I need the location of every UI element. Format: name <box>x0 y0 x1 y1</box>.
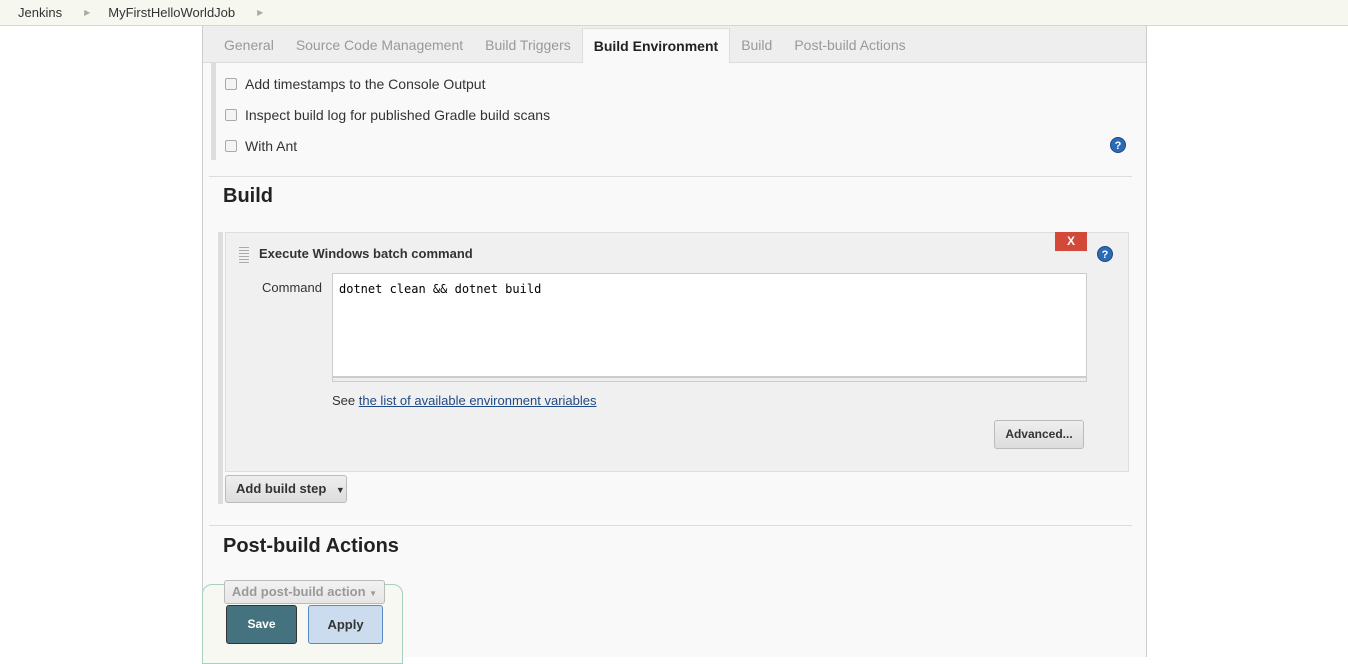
tab-bar: General Source Code Management Build Tri… <box>203 26 1146 63</box>
with-ant-checkbox[interactable]: With Ant <box>225 138 297 154</box>
section-bar <box>218 232 223 504</box>
resize-handle[interactable] <box>332 377 1087 382</box>
help-icon[interactable]: ? <box>1097 246 1113 262</box>
build-heading: Build <box>223 185 273 207</box>
drag-handle-icon[interactable] <box>239 247 249 263</box>
divider <box>209 176 1132 177</box>
checkbox-label: Inspect build log for published Gradle b… <box>245 107 551 123</box>
step-title: Execute Windows batch command <box>259 246 473 261</box>
chevron-right-icon[interactable]: ▶ <box>257 8 263 17</box>
chevron-right-icon[interactable]: ▶ <box>84 8 90 17</box>
breadcrumb-jenkins[interactable]: Jenkins <box>18 5 62 20</box>
breadcrumb-job[interactable]: MyFirstHelloWorldJob <box>108 5 235 20</box>
section-bar <box>211 63 216 160</box>
divider <box>209 525 1132 526</box>
tab-general[interactable]: General <box>213 29 285 62</box>
save-button[interactable]: Save <box>226 605 297 644</box>
env-vars-text: See the list of available environment va… <box>332 393 597 408</box>
gradle-checkbox[interactable]: Inspect build log for published Gradle b… <box>225 107 550 123</box>
timestamps-checkbox[interactable]: Add timestamps to the Console Output <box>225 76 485 92</box>
command-input[interactable] <box>332 273 1087 377</box>
add-build-step-button[interactable]: Add build step ▼ <box>225 475 347 503</box>
checkbox-label: Add timestamps to the Console Output <box>245 76 486 92</box>
breadcrumb: Jenkins ▶ MyFirstHelloWorldJob ▶ <box>0 0 1348 26</box>
config-panel: General Source Code Management Build Tri… <box>202 26 1147 657</box>
tab-post-build[interactable]: Post-build Actions <box>783 29 916 62</box>
tab-build-triggers[interactable]: Build Triggers <box>474 29 582 62</box>
tab-build-environment[interactable]: Build Environment <box>581 28 731 63</box>
see-text: See <box>332 393 359 408</box>
build-step: Execute Windows batch command X Command … <box>225 232 1129 472</box>
help-icon[interactable]: ? <box>1110 137 1126 153</box>
add-build-step-label: Add build step <box>236 481 327 496</box>
apply-button[interactable]: Apply <box>308 605 383 644</box>
env-vars-link[interactable]: the list of available environment variab… <box>359 393 597 408</box>
add-post-build-label: Add post-build action <box>231 584 366 599</box>
tab-scm[interactable]: Source Code Management <box>285 29 474 62</box>
advanced-button[interactable]: Advanced... <box>994 420 1084 449</box>
add-post-build-action-button[interactable]: Add post-build action ▼ <box>224 580 385 604</box>
caret-down-icon: ▼ <box>369 589 378 598</box>
tab-build[interactable]: Build <box>730 29 783 62</box>
checkbox-label: With Ant <box>245 138 298 154</box>
command-label: Command <box>262 280 322 295</box>
delete-step-button[interactable]: X <box>1055 232 1087 251</box>
post-build-heading: Post-build Actions <box>223 535 399 557</box>
caret-down-icon: ▼ <box>335 485 345 495</box>
